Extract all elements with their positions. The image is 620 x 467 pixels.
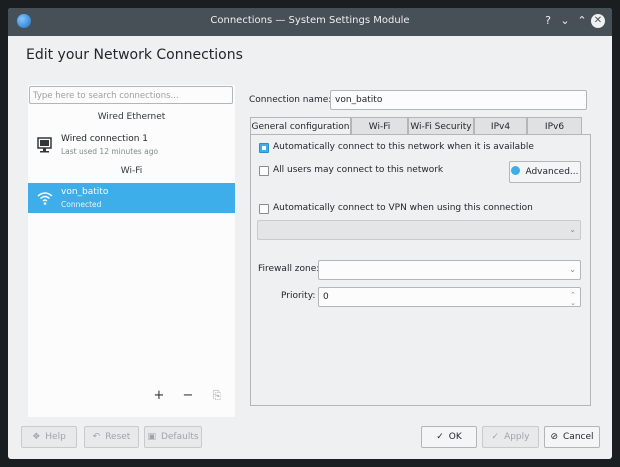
add-connection-button[interactable]: + [152,389,166,403]
defaults-button[interactable]: ▣ Defaults [144,426,202,448]
connection-name: Wired connection 1 [61,134,148,144]
chevron-down-icon: ⌄ [569,225,576,234]
firewall-zone-select[interactable]: ⌄ [318,260,581,280]
help-icon: ❖ [32,432,41,442]
vpn-select[interactable]: ⌄ [257,220,581,240]
page-title: Edit your Network Connections [26,47,243,63]
cancel-icon: ⊘ [550,432,559,442]
title-bar[interactable]: Connections — System Settings Module ? ⌄… [8,8,612,36]
connection-name-field[interactable]: von_batito [330,90,587,110]
connection-status: Last used 12 minutes ago [61,147,159,156]
reset-button-label: Reset [105,432,131,442]
apply-button[interactable]: ✓ Apply [482,426,539,448]
chevron-down-icon: ⌄ [569,265,576,274]
auto-connect-label: Automatically connect to this network wh… [273,142,534,152]
window-title: Connections — System Settings Module [210,15,410,26]
priority-spinbox[interactable]: 0 ⌃ ⌄ [318,287,581,307]
section-wifi: Wi-Fi [120,166,143,176]
auto-connect-checkbox[interactable] [259,143,269,153]
minimize-icon[interactable]: ⌄ [557,13,573,29]
close-icon[interactable]: ✕ [591,14,605,28]
maximize-icon[interactable]: ⌃ [574,13,590,29]
export-connection-button[interactable]: ⎘ [210,389,224,403]
help-button-label: Help [45,432,66,442]
tab-wifi-security[interactable]: Wi-Fi Security [408,117,474,135]
connection-name-label: Connection name: [249,95,332,105]
advanced-button-label: Advanced... [525,167,579,177]
ok-button-label: OK [448,432,462,442]
help-button[interactable]: ❖ Help [21,426,77,448]
advanced-button[interactable]: Advanced... [509,161,581,183]
help-icon[interactable]: ? [540,13,556,29]
tab-ipv6[interactable]: IPv6 [527,117,582,135]
undo-icon: ↶ [92,432,101,442]
wifi-icon [37,192,53,205]
defaults-button-label: Defaults [160,432,199,442]
cancel-button[interactable]: ⊘ Cancel [544,426,600,448]
connection-item-von-batito[interactable]: von_batito Connected [28,183,235,213]
cancel-button-label: Cancel [563,432,594,442]
connection-item-wired[interactable]: Wired connection 1 Last used 12 minutes … [28,130,235,160]
info-icon [511,166,521,175]
firewall-zone-label: Firewall zone: [258,264,320,274]
reset-button[interactable]: ↶ Reset [84,426,139,448]
all-users-label: All users may connect to this network [273,165,444,175]
wired-network-icon [37,137,52,153]
auto-vpn-label: Automatically connect to VPN when using … [273,203,533,213]
checkmark-icon: ✓ [491,432,500,442]
tab-wifi[interactable]: Wi-Fi [351,117,408,135]
all-users-checkbox[interactable] [259,166,269,176]
settings-window: Connections — System Settings Module ? ⌄… [8,8,612,459]
section-wired-ethernet: Wired Ethernet [97,112,166,122]
remove-connection-button[interactable]: − [181,389,195,403]
checkmark-icon: ✓ [436,432,444,442]
spin-arrows-icon[interactable]: ⌃ ⌄ [570,291,576,307]
auto-vpn-checkbox[interactable] [259,204,269,214]
tab-ipv4[interactable]: IPv4 [474,117,527,135]
ok-button[interactable]: ✓ OK [421,426,477,448]
document-icon: ▣ [147,432,156,442]
search-input[interactable]: Type here to search connections... [29,86,233,104]
apply-button-label: Apply [504,432,530,442]
priority-value: 0 [323,292,329,302]
connection-status: Connected [61,200,102,209]
priority-label: Priority: [281,291,316,301]
connection-name: von_batito [61,187,109,197]
